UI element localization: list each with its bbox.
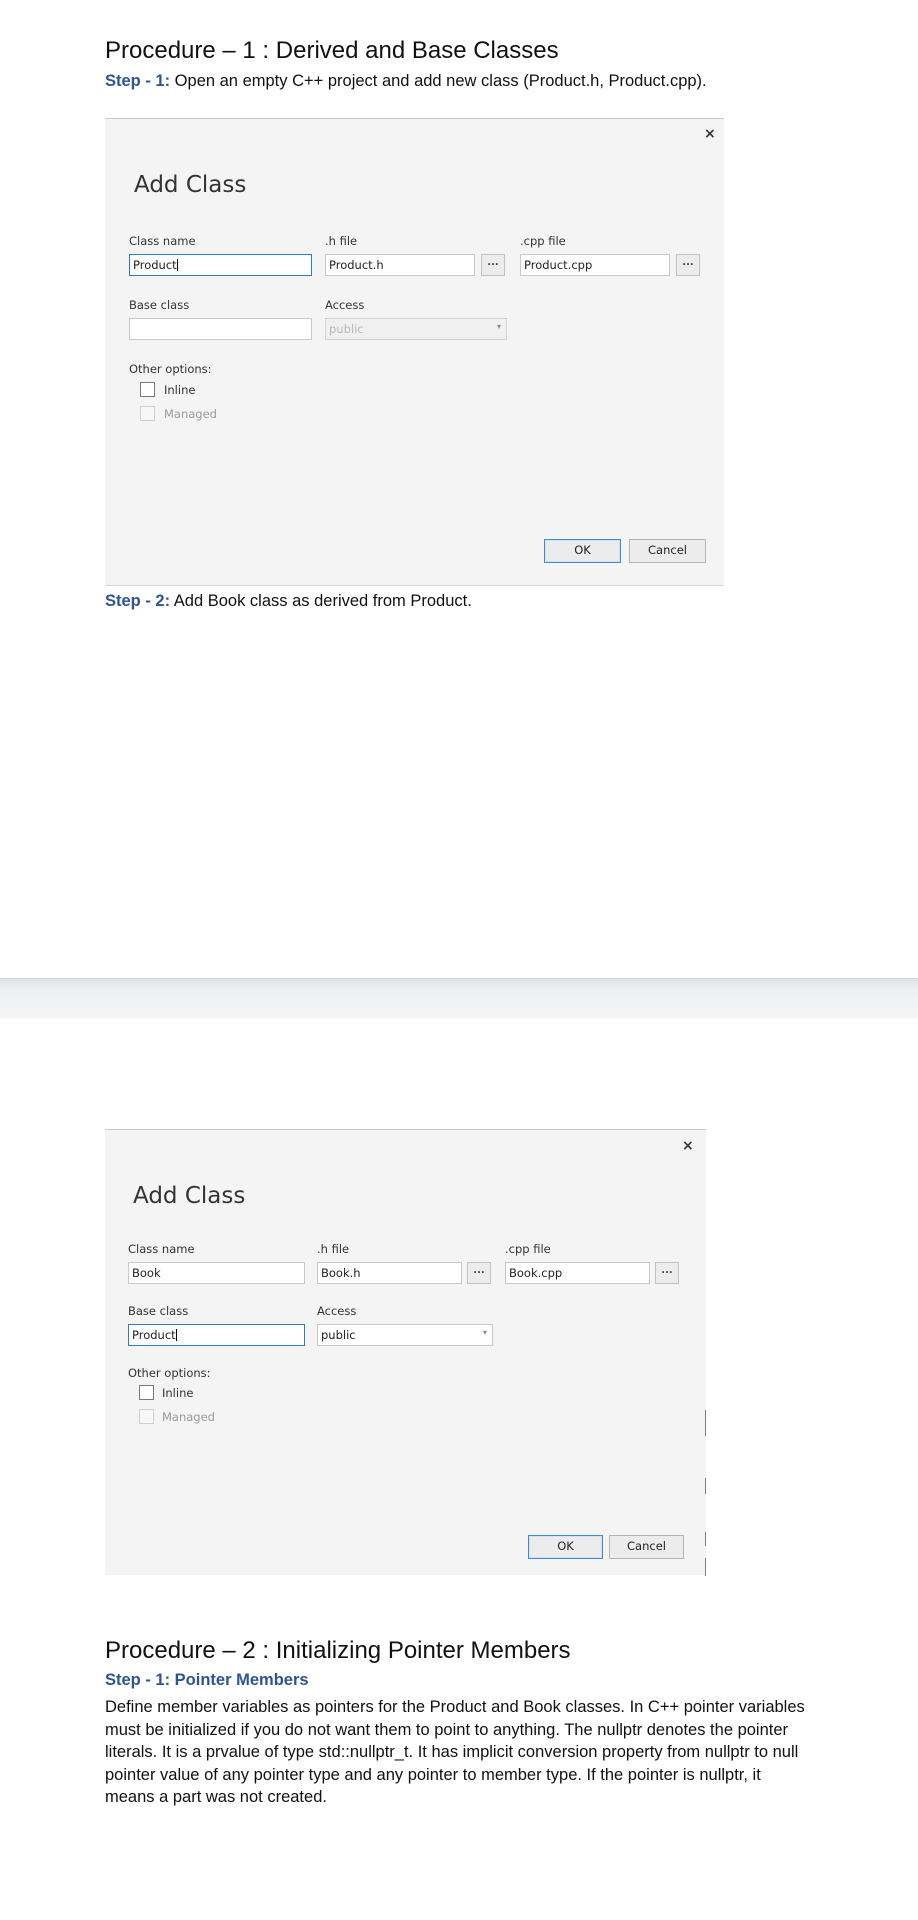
step-2-text: Add Book class as derived from Product. (170, 592, 472, 610)
step-2-line: Step - 2: Add Book class as derived from… (105, 592, 472, 611)
pointer-members-paragraph: Define member variables as pointers for … (105, 1696, 845, 1809)
paragraph-line: means a part was not created. (105, 1788, 327, 1807)
access-value: public (321, 1328, 356, 1342)
class-name-label: Class name (128, 1242, 195, 1256)
text-caret (176, 259, 178, 271)
procedure-2-step-1: Step - 1: Pointer Members (105, 1671, 309, 1690)
h-file-label: .h file (317, 1242, 350, 1256)
other-options-label: Other options: (129, 362, 212, 376)
cancel-button[interactable]: Cancel (609, 1535, 684, 1559)
inline-checkbox[interactable] (139, 1385, 154, 1400)
add-class-dialog-product: × Add Class Class name Product .h file P… (105, 118, 724, 586)
step-1-label: Step - 1: (105, 72, 171, 90)
class-name-input[interactable]: Product (129, 254, 312, 276)
ok-button[interactable]: OK (528, 1535, 603, 1559)
chevron-down-icon: ▾ (496, 322, 501, 331)
paragraph-line: must be initialized if you do not want t… (105, 1720, 789, 1739)
h-file-input[interactable]: Product.h (325, 254, 475, 276)
paragraph-line: pointer value of any pointer type and an… (105, 1765, 761, 1784)
crop-edge-mark (705, 1558, 706, 1576)
close-icon[interactable]: × (682, 1138, 694, 1154)
class-name-label: Class name (129, 234, 196, 248)
crop-edge-mark (705, 1478, 706, 1494)
inline-label: Inline (162, 1386, 194, 1400)
h-file-browse-button[interactable]: ... (467, 1262, 491, 1284)
access-label: Access (325, 298, 365, 312)
paragraph-line: literals. It is a prvalue of type std::n… (105, 1743, 799, 1762)
access-label: Access (317, 1304, 357, 1318)
access-value: public (329, 322, 364, 336)
dialog-title: Add Class (134, 172, 247, 198)
crop-edge-mark (705, 1410, 706, 1436)
cpp-file-browse-button[interactable]: ... (676, 254, 700, 276)
step-1-line: Step - 1: Open an empty C++ project and … (105, 72, 707, 91)
step-1-text: Open an empty C++ project and add new cl… (170, 72, 707, 90)
managed-label: Managed (164, 407, 217, 421)
class-name-value: Product (133, 258, 177, 272)
procedure-2-step-1-label: Step - 1: Pointer Members (105, 1671, 309, 1689)
procedure-2-heading: Procedure – 2 : Initializing Pointer Mem… (105, 1637, 571, 1664)
page-1: Procedure – 1 : Derived and Base Classes… (0, 0, 918, 978)
base-class-label: Base class (129, 298, 190, 312)
managed-label: Managed (162, 1410, 215, 1424)
add-class-dialog-book: × Add Class Class name Book .h file Book… (105, 1129, 706, 1575)
text-caret (175, 1329, 177, 1341)
base-class-input[interactable] (129, 318, 312, 340)
base-class-label: Base class (128, 1304, 189, 1318)
procedure-1-heading: Procedure – 1 : Derived and Base Classes (105, 37, 559, 64)
access-dropdown[interactable]: public ▾ (317, 1324, 493, 1346)
base-class-value: Product (132, 1328, 176, 1342)
dialog-top-border (105, 1129, 706, 1130)
page-separator (0, 978, 918, 1019)
cpp-file-label: .cpp file (520, 234, 566, 248)
managed-checkbox[interactable] (139, 1409, 154, 1424)
close-icon[interactable]: × (704, 126, 716, 142)
inline-checkbox[interactable] (140, 382, 155, 397)
base-class-input[interactable]: Product (128, 1324, 305, 1346)
cancel-button[interactable]: Cancel (629, 539, 706, 563)
dialog-top-border (105, 118, 724, 119)
chevron-down-icon: ▾ (482, 1328, 487, 1337)
inline-label: Inline (164, 383, 196, 397)
h-file-input[interactable]: Book.h (317, 1262, 462, 1284)
access-dropdown[interactable]: public ▾ (325, 318, 507, 340)
class-name-input[interactable]: Book (128, 1262, 305, 1284)
cpp-file-browse-button[interactable]: ... (655, 1262, 679, 1284)
other-options-label: Other options: (128, 1366, 211, 1380)
dialog-bottom-border (105, 585, 724, 586)
managed-checkbox[interactable] (140, 406, 155, 421)
cpp-file-label: .cpp file (505, 1242, 551, 1256)
ok-button[interactable]: OK (544, 539, 621, 563)
h-file-browse-button[interactable]: ... (481, 254, 505, 276)
crop-edge-mark (705, 1532, 706, 1546)
h-file-label: .h file (325, 234, 358, 248)
paragraph-line: Define member variables as pointers for … (105, 1698, 805, 1716)
cpp-file-input[interactable]: Book.cpp (505, 1262, 650, 1284)
cpp-file-input[interactable]: Product.cpp (520, 254, 670, 276)
dialog-title: Add Class (133, 1183, 246, 1209)
step-2-label: Step - 2: (105, 592, 171, 610)
